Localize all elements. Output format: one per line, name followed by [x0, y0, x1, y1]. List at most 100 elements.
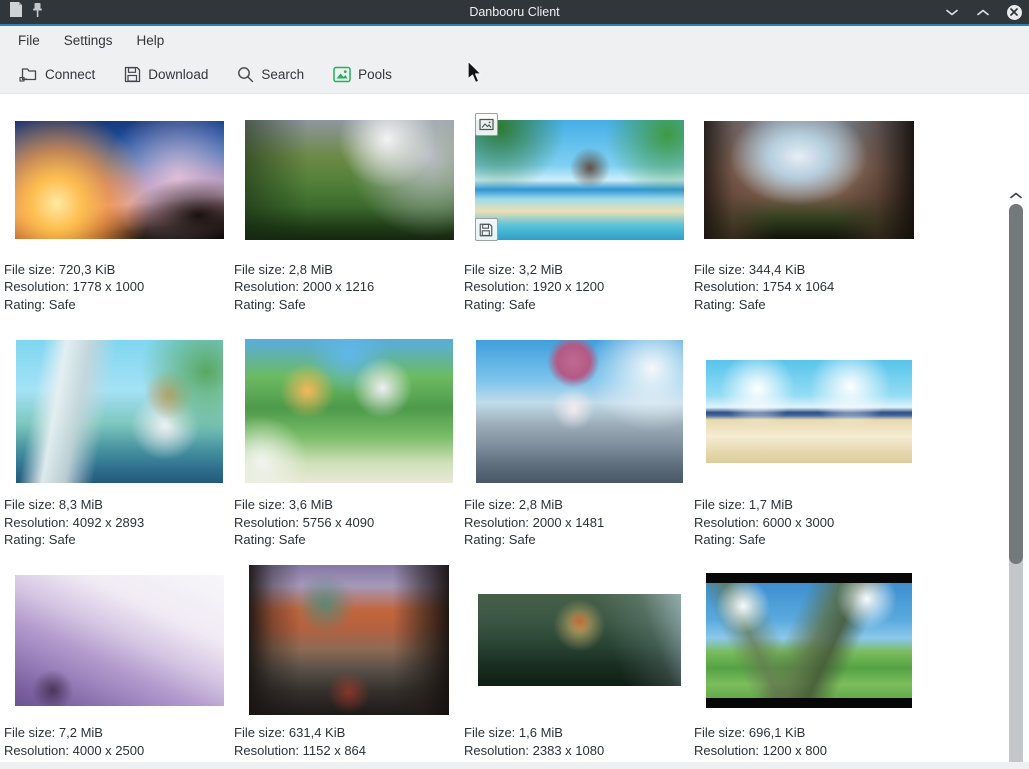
scrollbar[interactable]	[1006, 188, 1026, 762]
file-size-label: File size: 344,4 KiB	[694, 261, 924, 278]
file-size-label: File size: 3,2 MiB	[464, 261, 694, 278]
post-card[interactable]: File size: 1,6 MiB Resolution: 2383 x 10…	[464, 564, 694, 762]
resolution-label: Resolution: 2000 x 1216	[234, 278, 464, 295]
thumbnail-cell	[234, 564, 464, 716]
post-card[interactable]: File size: 2,8 MiB Resolution: 2000 x 14…	[464, 339, 694, 548]
resolution-label: Resolution: 6000 x 3000	[694, 514, 924, 531]
post-meta: File size: 3,2 MiB Resolution: 1920 x 12…	[464, 261, 694, 313]
post-card[interactable]: File size: 8,3 MiB Resolution: 4092 x 28…	[4, 339, 234, 548]
thumbnail-cell	[464, 564, 694, 716]
post-thumbnail[interactable]	[245, 339, 453, 483]
menu-item-help[interactable]: Help	[125, 29, 177, 52]
post-thumbnail[interactable]	[15, 121, 224, 239]
close-button[interactable]	[1006, 4, 1022, 20]
download-label: Download	[148, 67, 208, 82]
titlebar[interactable]: Danbooru Client	[0, 0, 1029, 26]
toolbar: Connect Download Search	[0, 55, 1029, 94]
post-thumbnail[interactable]	[245, 120, 454, 240]
post-row-3: File size: 7,2 MiB Resolution: 4000 x 25…	[0, 564, 1000, 762]
file-size-label: File size: 696,1 KiB	[694, 724, 924, 741]
preview-overlay-button[interactable]	[475, 113, 498, 136]
rating-label: Rating: Safe	[694, 531, 924, 548]
pools-button[interactable]: Pools	[324, 60, 401, 89]
thumbnail-cell	[464, 120, 694, 240]
post-thumbnail[interactable]	[704, 121, 914, 239]
post-card[interactable]: File size: 344,4 KiB Resolution: 1754 x …	[694, 120, 924, 313]
resolution-label: Resolution: 2000 x 1481	[464, 514, 694, 531]
post-meta: File size: 631,4 KiB Resolution: 1152 x …	[234, 724, 464, 762]
menu-item-file[interactable]: File	[6, 29, 52, 52]
post-card[interactable]: File size: 696,1 KiB Resolution: 1200 x …	[694, 564, 924, 762]
post-thumbnail[interactable]	[706, 573, 912, 708]
post-card[interactable]: File size: 631,4 KiB Resolution: 1152 x …	[234, 564, 464, 762]
resolution-label: Resolution: 1200 x 800	[694, 742, 924, 759]
post-card[interactable]: File size: 3,2 MiB Resolution: 1920 x 12…	[464, 120, 694, 313]
rating-label: Rating: Safe	[4, 296, 234, 313]
post-thumbnail[interactable]	[15, 575, 224, 706]
post-thumbnail[interactable]	[475, 120, 684, 240]
file-size-label: File size: 2,8 MiB	[234, 261, 464, 278]
window-bottom-frame	[0, 762, 1029, 769]
post-card[interactable]: File size: 2,8 MiB Resolution: 2000 x 12…	[234, 120, 464, 313]
minimize-button[interactable]	[944, 4, 960, 20]
rating-label: Rating: Safe	[234, 531, 464, 548]
network-folder-icon	[19, 66, 38, 83]
file-size-label: File size: 7,2 MiB	[4, 724, 234, 741]
download-button[interactable]: Download	[115, 60, 217, 89]
rating-label: Rating: Safe	[234, 296, 464, 313]
scroll-up-button[interactable]	[1009, 190, 1023, 200]
rating-label: Rating: Safe	[464, 296, 694, 313]
post-thumbnail[interactable]	[16, 340, 223, 483]
post-card[interactable]: File size: 1,7 MiB Resolution: 6000 x 30…	[694, 339, 924, 548]
save-overlay-button[interactable]	[475, 218, 498, 241]
resolution-label: Resolution: 2383 x 1080	[464, 742, 694, 759]
menu-item-settings[interactable]: Settings	[52, 29, 125, 52]
thumbnail-cell	[4, 564, 234, 716]
menubar: File Settings Help	[0, 26, 1029, 55]
post-meta: File size: 344,4 KiB Resolution: 1754 x …	[694, 261, 924, 313]
file-size-label: File size: 1,7 MiB	[694, 496, 924, 513]
pools-label: Pools	[358, 67, 392, 82]
search-button[interactable]: Search	[228, 60, 313, 89]
thumbnail-cell	[694, 120, 924, 240]
post-card[interactable]: File size: 3,6 MiB Resolution: 5756 x 40…	[234, 339, 464, 548]
thumbnail-cell	[234, 339, 464, 483]
file-size-label: File size: 720,3 KiB	[4, 261, 234, 278]
search-icon	[237, 66, 254, 83]
resolution-label: Resolution: 5756 x 4090	[234, 514, 464, 531]
post-thumbnail[interactable]	[478, 594, 681, 686]
maximize-button[interactable]	[975, 4, 991, 20]
resolution-label: Resolution: 1152 x 864	[234, 742, 464, 759]
circle-x-icon	[1007, 5, 1022, 20]
rating-label: Rating: Safe	[464, 531, 694, 548]
post-row-2: File size: 8,3 MiB Resolution: 4092 x 28…	[0, 339, 1000, 548]
post-meta: File size: 2,8 MiB Resolution: 2000 x 14…	[464, 496, 694, 548]
thumbnail-cell	[694, 564, 924, 716]
post-card[interactable]: File size: 720,3 KiB Resolution: 1778 x …	[4, 120, 234, 313]
resolution-label: Resolution: 1778 x 1000	[4, 278, 234, 295]
rating-label: Rating: Safe	[4, 531, 234, 548]
post-meta: File size: 2,8 MiB Resolution: 2000 x 12…	[234, 261, 464, 313]
connect-button[interactable]: Connect	[10, 60, 104, 89]
post-card[interactable]: File size: 7,2 MiB Resolution: 4000 x 25…	[4, 564, 234, 762]
post-thumbnail[interactable]	[706, 360, 912, 463]
post-meta: File size: 8,3 MiB Resolution: 4092 x 28…	[4, 496, 234, 548]
file-size-label: File size: 8,3 MiB	[4, 496, 234, 513]
post-grid: File size: 720,3 KiB Resolution: 1778 x …	[0, 94, 1000, 762]
floppy-save-icon	[124, 66, 141, 83]
search-label: Search	[261, 67, 304, 82]
post-thumbnail[interactable]	[249, 565, 449, 715]
thumbnail-cell	[4, 339, 234, 483]
resolution-label: Resolution: 4000 x 2500	[4, 742, 234, 759]
post-meta: File size: 7,2 MiB Resolution: 4000 x 25…	[4, 724, 234, 762]
post-meta: File size: 696,1 KiB Resolution: 1200 x …	[694, 724, 924, 762]
pools-image-icon	[333, 66, 351, 83]
file-size-label: File size: 3,6 MiB	[234, 496, 464, 513]
content-area: File size: 720,3 KiB Resolution: 1778 x …	[0, 94, 1029, 762]
file-size-label: File size: 631,4 KiB	[234, 724, 464, 741]
post-meta: File size: 720,3 KiB Resolution: 1778 x …	[4, 261, 234, 313]
resolution-label: Resolution: 1754 x 1064	[694, 278, 924, 295]
scrollbar-thumb[interactable]	[1009, 204, 1023, 564]
window-title: Danbooru Client	[0, 0, 1029, 24]
post-thumbnail[interactable]	[476, 340, 683, 483]
